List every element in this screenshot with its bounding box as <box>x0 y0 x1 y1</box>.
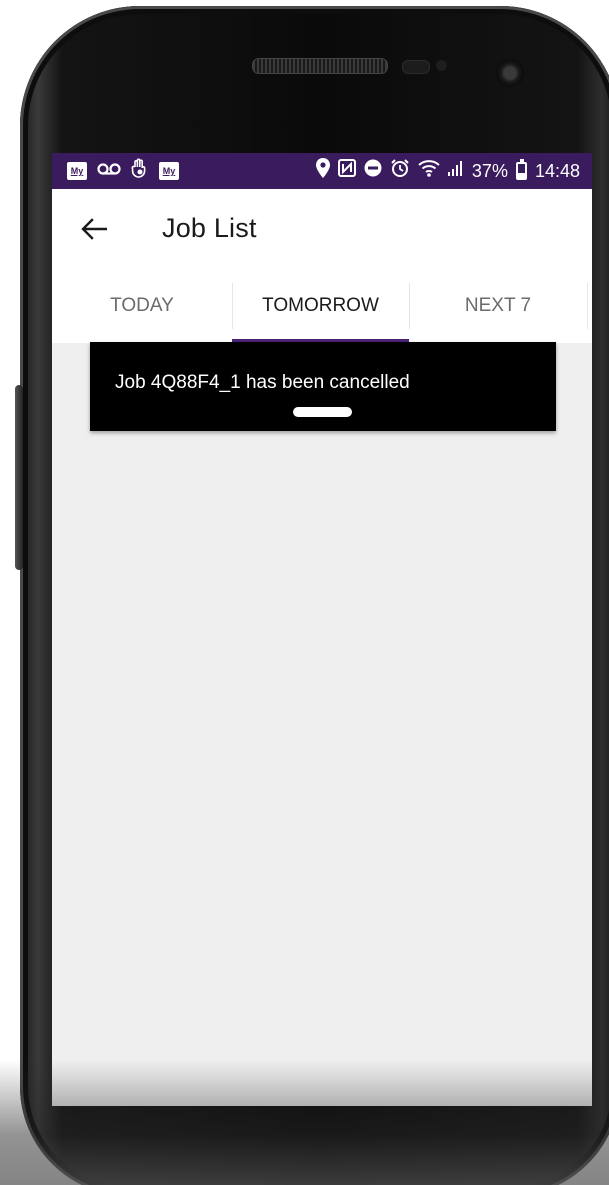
location-pin-icon <box>315 158 330 184</box>
my-badge-icon: My <box>67 162 87 180</box>
side-volume-button <box>15 385 23 570</box>
page-title: Job List <box>162 213 257 243</box>
nfc-icon <box>337 159 356 183</box>
snackbar[interactable]: Job 4Q88F4_1 has been cancelled <box>90 342 556 431</box>
tab-tomorrow[interactable]: TOMORROW <box>232 269 409 343</box>
light-sensor <box>436 60 447 71</box>
signal-icon <box>447 160 464 182</box>
tab-divider <box>587 283 588 329</box>
arrow-left-icon <box>81 218 107 240</box>
app-bar: Job List <box>52 189 592 269</box>
system-icons: 37% 14:48 <box>315 158 580 184</box>
alarm-icon <box>390 158 410 184</box>
battery-percentage: 37% <box>471 160 508 181</box>
hand-icon <box>131 158 149 184</box>
status-bar: My My 37% 14:48 <box>52 153 592 189</box>
device-frame: My My 37% 14:48 Job List TODAY TOMORROW … <box>0 0 609 1185</box>
snackbar-message: Job 4Q88F4_1 has been cancelled <box>115 372 410 393</box>
battery-icon <box>515 159 527 180</box>
notification-icons: My My <box>67 158 179 184</box>
back-button[interactable] <box>76 211 112 247</box>
job-list-content <box>52 343 592 1106</box>
clock: 14:48 <box>534 160 580 181</box>
tab-bar: TODAY TOMORROW NEXT 7 <box>52 269 592 343</box>
voicemail-icon <box>97 160 121 182</box>
tab-next-7[interactable]: NEXT 7 <box>409 269 587 343</box>
tab-today[interactable]: TODAY <box>52 269 232 343</box>
my-badge-icon: My <box>159 162 179 180</box>
front-camera <box>496 59 524 87</box>
do-not-disturb-icon <box>364 159 382 183</box>
wifi-icon <box>418 159 440 183</box>
proximity-sensor <box>402 60 430 74</box>
screen: My My 37% 14:48 Job List TODAY TOMORROW … <box>52 153 592 1106</box>
snackbar-drag-handle[interactable] <box>293 407 352 417</box>
earpiece-speaker <box>252 58 388 74</box>
